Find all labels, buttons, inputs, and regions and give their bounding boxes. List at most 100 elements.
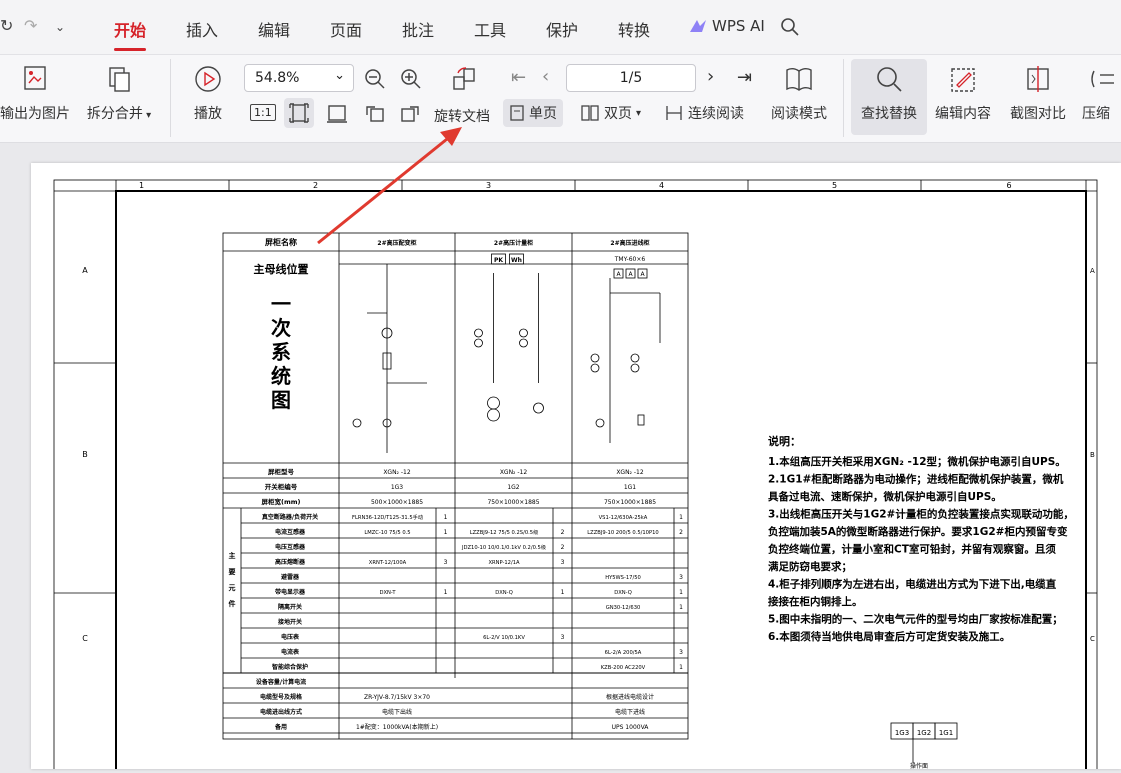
tab-convert[interactable]: 转换 xyxy=(618,17,650,41)
tab-annotate[interactable]: 批注 xyxy=(402,17,434,41)
row-label: 屏柜型号 xyxy=(267,467,295,476)
fit-width-icon[interactable] xyxy=(325,101,349,129)
last-page-icon[interactable]: ⇥ xyxy=(737,67,752,88)
column-number: 2 xyxy=(313,181,318,190)
fit-page-button[interactable] xyxy=(284,98,314,128)
tab-tools[interactable]: 工具 xyxy=(474,17,506,41)
rotate-right-icon[interactable] xyxy=(398,101,422,129)
ammeter-label: A xyxy=(628,271,633,278)
redo-partial-icon[interactable]: ↻ xyxy=(0,16,13,35)
layout-box-label: 1G2 xyxy=(917,729,931,737)
component-count: 3 xyxy=(561,634,565,641)
double-page-button[interactable]: 双页 ▾ xyxy=(580,103,641,123)
tab-edit[interactable]: 编辑 xyxy=(258,17,290,41)
main-components-char: 件 xyxy=(229,599,236,608)
single-page-button[interactable]: 单页 xyxy=(503,99,563,127)
rotate-document-icon[interactable] xyxy=(450,65,478,97)
system-title-char: 图 xyxy=(271,388,291,412)
component-count: 1 xyxy=(679,589,683,596)
next-page-icon[interactable]: › xyxy=(707,66,714,87)
read-mode-button[interactable]: 阅读模式 xyxy=(764,63,834,123)
redo-icon[interactable]: ↷ xyxy=(24,16,37,35)
play-button[interactable]: 播放 xyxy=(188,63,228,123)
page-number-value: 1/5 xyxy=(619,70,643,86)
zoom-select[interactable]: 54.8% ⌄ xyxy=(244,64,354,92)
chevron-down-icon[interactable]: ⌄ xyxy=(55,20,65,34)
edit-content-icon xyxy=(951,68,975,92)
indicator-symbol xyxy=(352,418,362,428)
export-image-icon xyxy=(24,66,46,90)
split-merge-button[interactable]: 拆分合并 ▾ xyxy=(82,63,156,123)
compare-label: 截图对比 xyxy=(1010,106,1066,122)
main-components-char: 元 xyxy=(229,584,236,592)
row-value: 1G2 xyxy=(507,484,519,491)
compress-button[interactable]: 压缩 xyxy=(1082,63,1121,123)
component-count: 2 xyxy=(561,529,565,536)
tab-page[interactable]: 页面 xyxy=(330,17,362,41)
row-value: 750×1000×1885 xyxy=(604,499,656,506)
chevron-down-icon: ▾ xyxy=(142,110,152,121)
continuous-read-icon xyxy=(666,106,682,120)
page-number-input[interactable]: 1/5 xyxy=(566,64,696,92)
main-components-char: 主 xyxy=(229,551,236,560)
split-merge-label: 拆分合并 xyxy=(86,106,143,122)
component-label: 避雷器 xyxy=(280,573,300,581)
compress-label: 压缩 xyxy=(1082,106,1110,122)
component-value: LMZC-10 75/5 0.5 xyxy=(364,530,410,536)
export-image-button[interactable]: 输出为图片 xyxy=(0,63,70,123)
note-line: 6.本图须待当地供电局审查后方可定货安装及施工。 xyxy=(768,630,1010,643)
compare-icon xyxy=(1027,66,1049,92)
fuse-symbol xyxy=(637,414,645,426)
component-value: JDZ10-10 10/0.1/0.1kV 0.2/0.5级 xyxy=(461,543,546,551)
tab-protect[interactable]: 保护 xyxy=(546,17,578,41)
footer-label: 设备容量/计算电流 xyxy=(256,678,306,686)
row-label: 屏柜宽(mm) xyxy=(261,497,301,506)
component-label: 电压互感器 xyxy=(275,543,306,551)
component-value: GN30-12/630 xyxy=(606,605,641,611)
component-value: 6L-2/A 200/5A xyxy=(605,650,642,656)
find-replace-label: 查找替换 xyxy=(861,106,917,122)
find-replace-button[interactable]: 查找替换 xyxy=(851,59,927,135)
ct-symbol xyxy=(474,338,483,348)
component-count: 2 xyxy=(679,529,683,536)
read-mode-label: 阅读模式 xyxy=(771,106,827,122)
edit-content-button[interactable]: 编辑内容 xyxy=(929,63,997,123)
first-page-icon[interactable]: ⇤ xyxy=(511,67,526,88)
row-value: 1G1 xyxy=(624,484,636,491)
compress-icon xyxy=(1091,70,1114,88)
cabinet-name-label: 屏柜名称 xyxy=(265,237,297,247)
search-icon xyxy=(877,67,902,92)
zoom-in-icon[interactable] xyxy=(400,68,422,94)
component-value: XRNT-12/100A xyxy=(369,560,407,566)
system-title-char: 统 xyxy=(271,364,291,388)
search-icon[interactable] xyxy=(780,17,800,41)
document-area[interactable]: 1 2 3 4 5 6 A A B B C C 屏柜名称 2#高压配变柜 2#高压计量柜 2#高压进线柜 主母线… xyxy=(0,143,1121,773)
tab-insert[interactable]: 插入 xyxy=(186,17,218,41)
actual-size-button[interactable]: 1:1 xyxy=(250,104,276,121)
rotate-document-button[interactable]: 旋转文档 xyxy=(434,106,490,126)
footer-label: 电缆进出线方式 xyxy=(260,708,302,716)
zoom-out-icon[interactable] xyxy=(364,68,386,94)
row-letter: A xyxy=(82,266,88,275)
play-label: 播放 xyxy=(194,106,222,122)
rotate-left-icon[interactable] xyxy=(363,101,387,129)
note-line: 接接在柜内铜排上。 xyxy=(768,595,863,608)
tab-start[interactable]: 开始 xyxy=(114,17,147,51)
ct-symbol xyxy=(474,328,483,338)
row-value: XGN₂ -12 xyxy=(383,469,411,476)
component-value: VS1-12/630A-25kA xyxy=(599,515,648,521)
note-line: 负控终端位置，计量小室和CT室可铅封，并留有观察窗。且须 xyxy=(768,543,1056,556)
continuous-read-button[interactable]: 连续阅读 xyxy=(664,103,744,123)
component-label: 接地开关 xyxy=(277,618,302,626)
prev-page-icon[interactable]: ‹ xyxy=(542,66,549,87)
compare-button[interactable]: 截图对比 xyxy=(1004,63,1072,123)
component-label: 隔离开关 xyxy=(278,603,302,611)
row-value: 1G3 xyxy=(391,484,403,491)
footer-value: 电缆下进线 xyxy=(615,708,645,716)
tab-wps-ai[interactable]: WPS AI xyxy=(712,17,765,35)
column-number: 1 xyxy=(139,181,144,190)
double-page-icon xyxy=(581,105,599,121)
footer-value: 电缆下出线 xyxy=(382,708,412,716)
col2-name: 2#高压计量柜 xyxy=(494,239,533,247)
component-label: 电流表 xyxy=(281,648,300,656)
